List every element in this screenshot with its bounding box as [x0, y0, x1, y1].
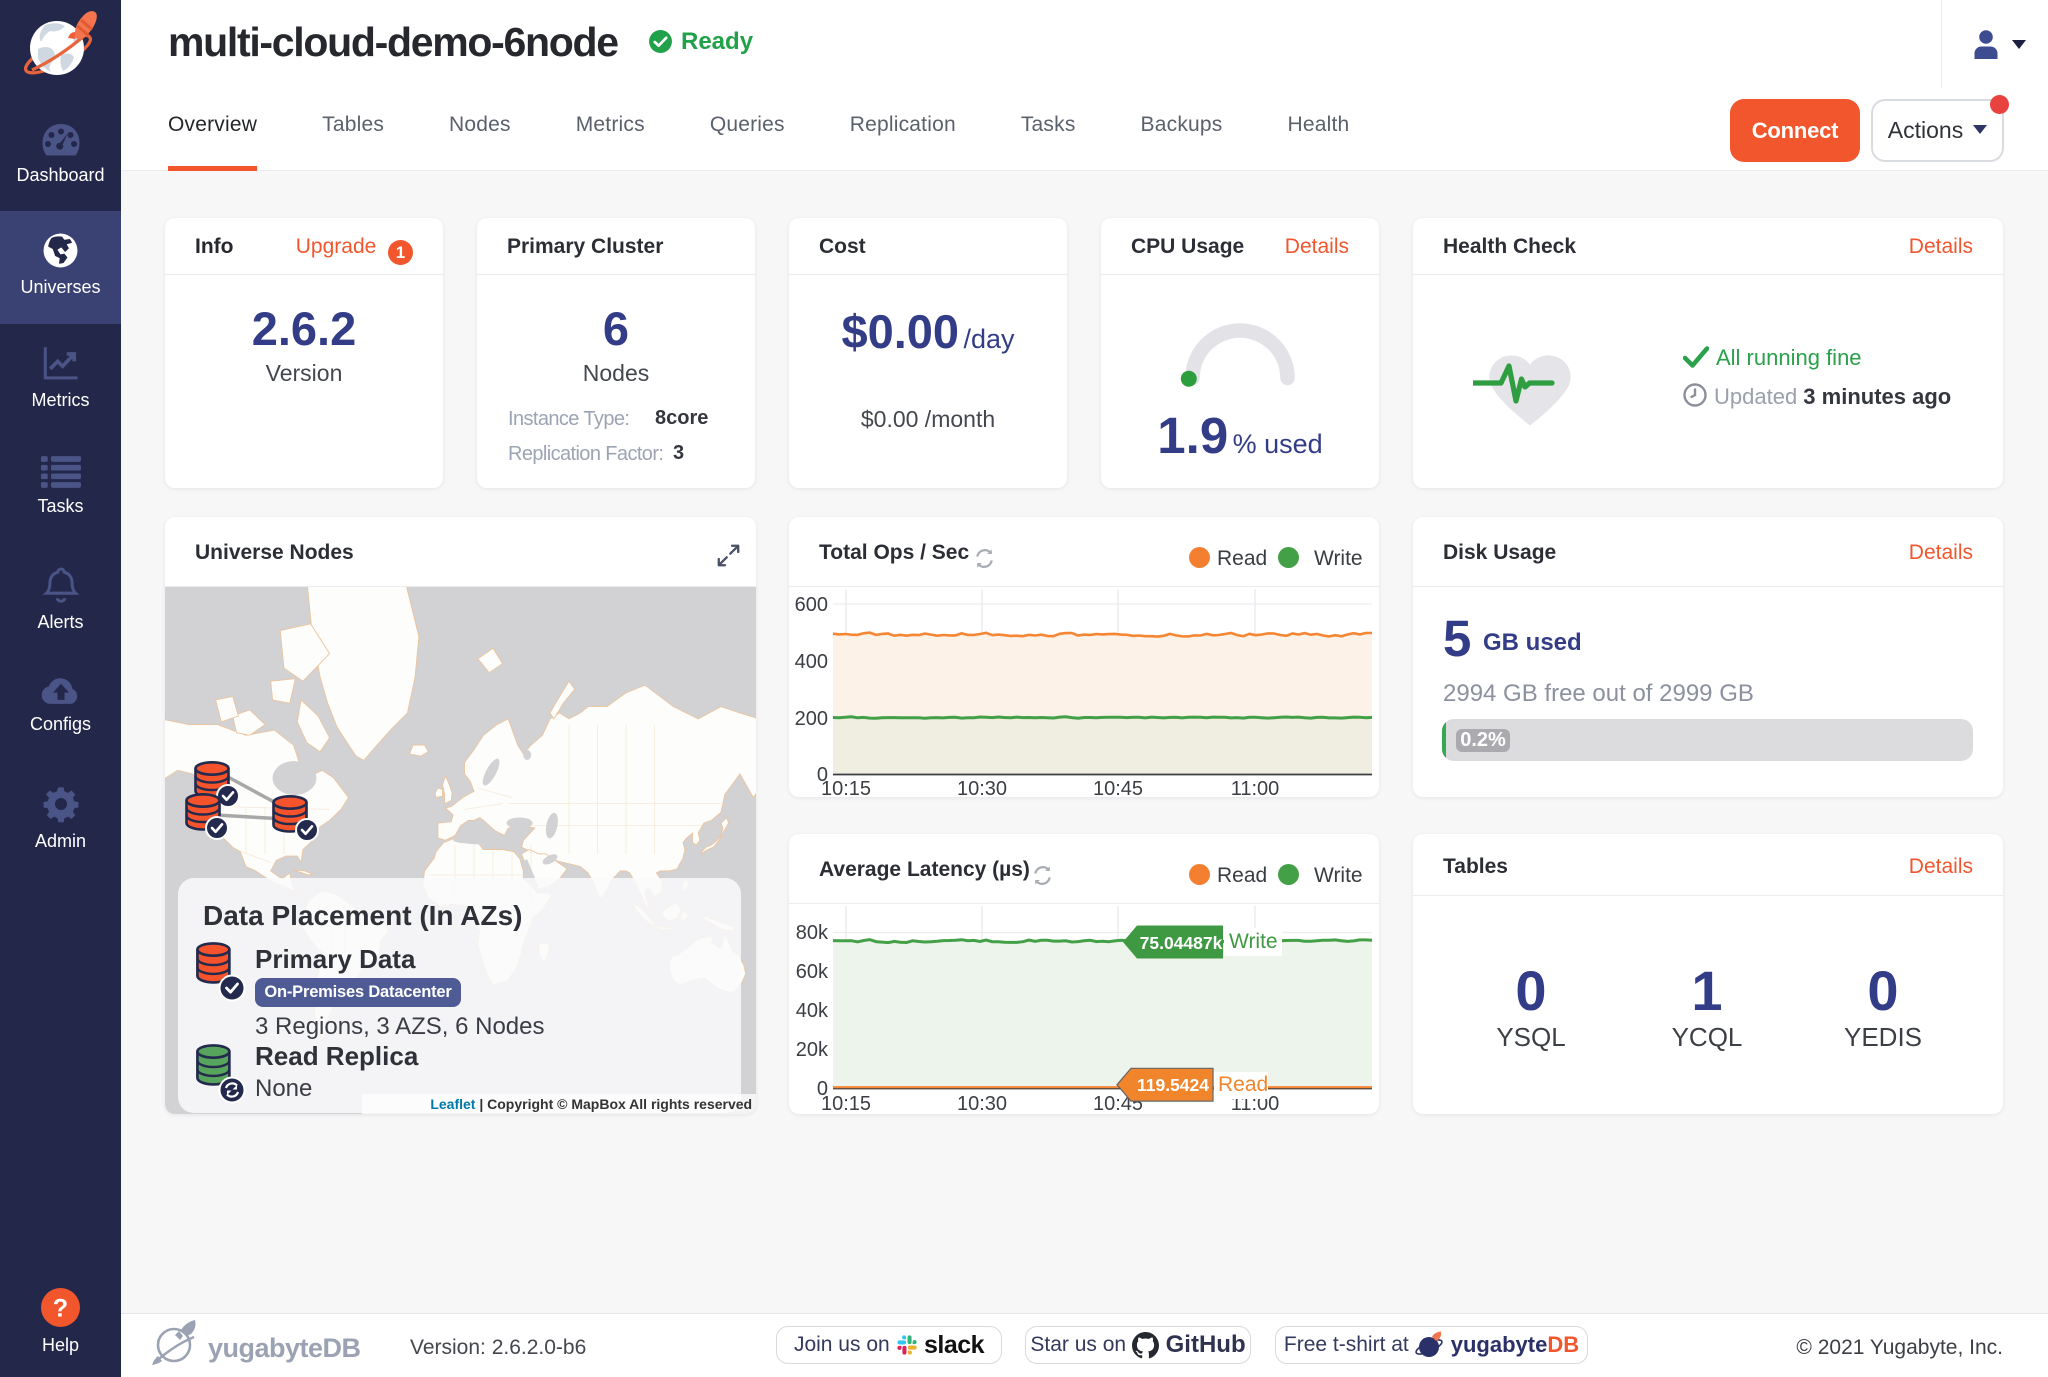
svg-text:80k: 80k [796, 922, 829, 944]
svg-text:10:30: 10:30 [957, 778, 1007, 797]
svg-text:11:00: 11:00 [1231, 778, 1280, 797]
svg-text:200: 200 [795, 708, 828, 730]
svg-text:10:45: 10:45 [1093, 778, 1143, 797]
svg-text:10:15: 10:15 [821, 778, 871, 797]
svg-text:10:30: 10:30 [957, 1093, 1007, 1114]
svg-text:119.5424: 119.5424 [1137, 1075, 1209, 1095]
svg-text:Write: Write [1229, 930, 1278, 953]
svg-text:400: 400 [795, 651, 828, 673]
svg-text:Read: Read [1218, 1073, 1268, 1096]
svg-text:?: ? [53, 1294, 68, 1322]
svg-text:20k: 20k [796, 1039, 829, 1061]
svg-text:40k: 40k [796, 1000, 829, 1022]
svg-text:600: 600 [795, 594, 828, 616]
svg-text:60k: 60k [796, 961, 829, 983]
svg-text:75.04487k: 75.04487k [1140, 933, 1223, 953]
svg-text:10:15: 10:15 [821, 1093, 871, 1114]
